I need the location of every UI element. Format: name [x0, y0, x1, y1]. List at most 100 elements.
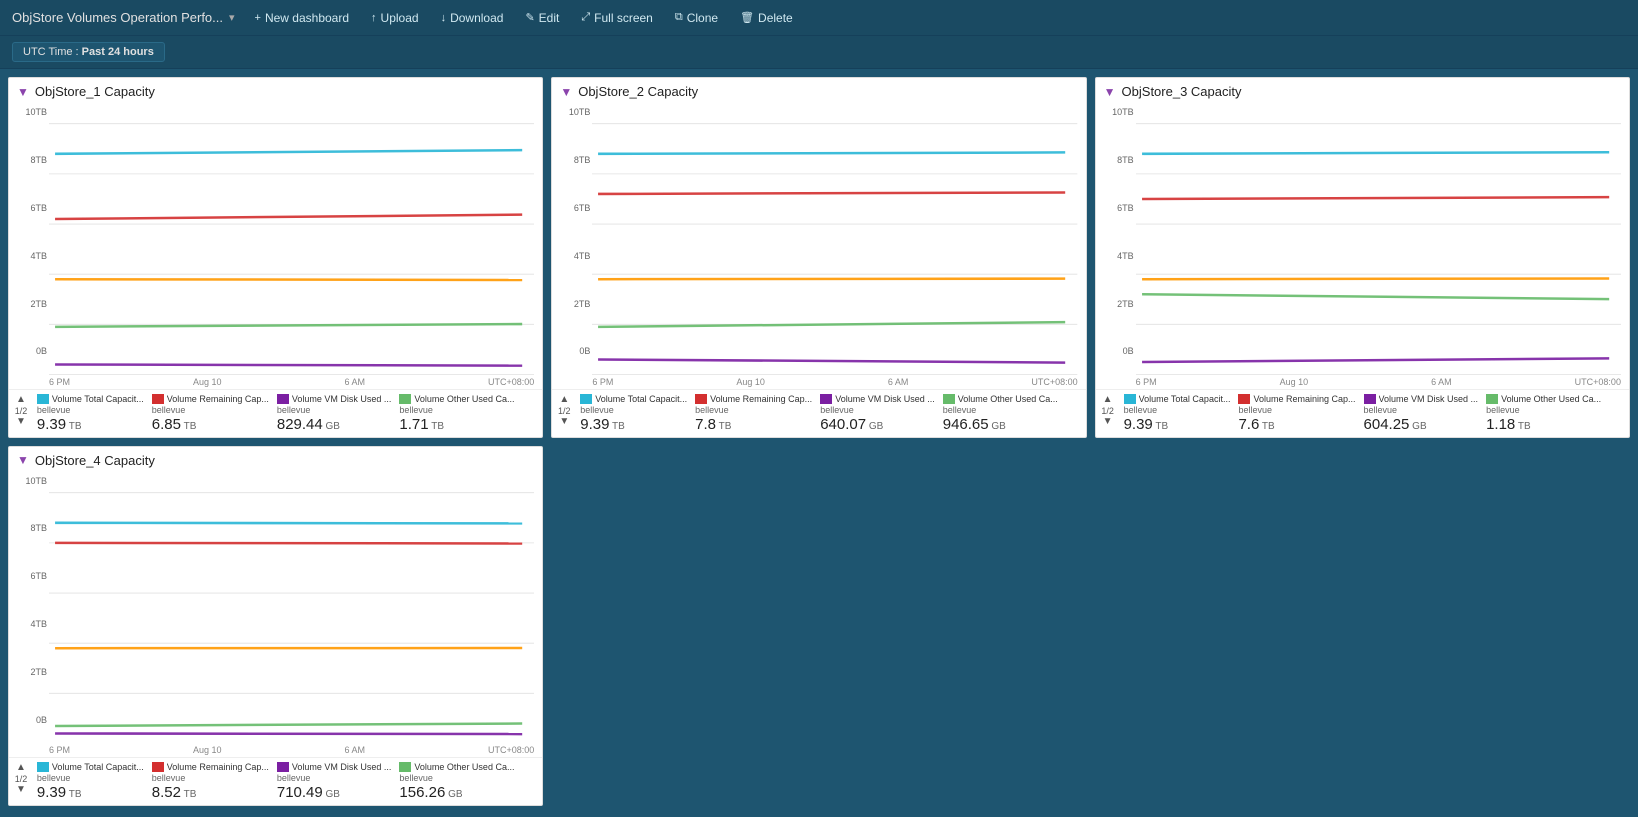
chart-svg-3 — [1136, 107, 1621, 375]
metric-label-4-4: Volume Other Used Ca... — [414, 762, 514, 772]
metric-legend-3-3: Volume VM Disk Used ... — [1364, 394, 1479, 404]
edit-btn[interactable]: ✎ Edit — [515, 7, 569, 29]
metric-label-1-3: Volume VM Disk Used ... — [292, 394, 392, 404]
y-axis-label: 10TB — [11, 476, 47, 486]
metric-color-1-3 — [277, 394, 289, 404]
metric-color-3-4 — [1486, 394, 1498, 404]
page-nav-down[interactable]: ▼ — [1100, 416, 1116, 428]
title-chevron[interactable]: ▾ — [229, 11, 235, 24]
time-filter-badge[interactable]: UTC Time : Past 24 hours — [12, 42, 165, 62]
metric-legend-1-3: Volume VM Disk Used ... — [277, 394, 392, 404]
y-axis-label: 4TB — [1098, 251, 1134, 261]
metrics-row-2: ▲ 1/2 ▼ Volume Total Capacit... bellevue… — [556, 394, 1081, 433]
filter-icon: ▼ — [17, 453, 29, 467]
metric-label-1-4: Volume Other Used Ca... — [414, 394, 514, 404]
page-nav-up[interactable]: ▲ — [556, 394, 572, 406]
metric-unit-4-4: GB — [445, 789, 462, 800]
metric-sublabel-1-4: bellevue — [399, 405, 514, 415]
metric-unit-1-2: TB — [181, 421, 196, 432]
panel-title-3: ObjStore_3 Capacity — [1122, 84, 1242, 99]
filter-icon: ▼ — [1104, 85, 1116, 99]
chart-area-1: 0B2TB4TB6TB8TB10TB — [9, 103, 542, 377]
metric-legend-2-1: Volume Total Capacit... — [580, 394, 687, 404]
metric-sublabel-2-2: bellevue — [695, 405, 812, 415]
chart-area-4: 0B2TB4TB6TB8TB10TB — [9, 472, 542, 746]
metric-value-3-1: 9.39 TB — [1124, 416, 1231, 433]
metric-sublabel-1-2: bellevue — [152, 405, 269, 415]
metric-item-1-4: Volume Other Used Ca... bellevue 1.71 TB — [399, 394, 514, 433]
metric-item-1-2: Volume Remaining Cap... bellevue 6.85 TB — [152, 394, 269, 433]
page-nav-down[interactable]: ▼ — [556, 416, 572, 428]
y-axis-label: 10TB — [11, 107, 47, 117]
metric-color-3-3 — [1364, 394, 1376, 404]
metric-items-4: Volume Total Capacit... bellevue 9.39 TB… — [37, 762, 538, 801]
clone-btn[interactable]: ⧉ Clone — [665, 7, 728, 29]
time-filter-value: Past 24 hours — [82, 46, 154, 58]
page-nav-down[interactable]: ▼ — [13, 416, 29, 428]
x-axis-label: 6 PM — [592, 377, 613, 387]
metric-value-2-3: 640.07 GB — [820, 416, 935, 433]
chart-svg-1 — [49, 107, 534, 375]
upload-icon: ↑ — [371, 12, 377, 24]
clone-icon: ⧉ — [675, 11, 683, 24]
metric-sublabel-3-4: bellevue — [1486, 405, 1601, 415]
metric-item-4-4: Volume Other Used Ca... bellevue 156.26 … — [399, 762, 514, 801]
metric-item-4-1: Volume Total Capacit... bellevue 9.39 TB — [37, 762, 144, 801]
metric-item-3-3: Volume VM Disk Used ... bellevue 604.25 … — [1364, 394, 1479, 433]
x-axis-1: 6 PMAug 106 AMUTC+08:00 — [9, 377, 542, 389]
page-nav-1: ▲ 1/2 ▼ — [13, 394, 29, 428]
x-axis-label: Aug 10 — [193, 377, 222, 387]
metric-value-1-1: 9.39 TB — [37, 416, 144, 433]
metric-sublabel-3-2: bellevue — [1238, 405, 1355, 415]
time-filter-prefix: UTC Time : — [23, 46, 82, 58]
page-nav-4: ▲ 1/2 ▼ — [13, 762, 29, 796]
x-axis-label: 6 AM — [345, 377, 366, 387]
fullscreen-btn[interactable]: ⤢ Full screen — [571, 7, 663, 29]
metrics-section-2: ▲ 1/2 ▼ Volume Total Capacit... bellevue… — [552, 389, 1085, 437]
chart-svg-4 — [49, 476, 534, 744]
metric-legend-2-2: Volume Remaining Cap... — [695, 394, 812, 404]
x-axis-4: 6 PMAug 106 AMUTC+08:00 — [9, 745, 542, 757]
metric-unit-3-3: GB — [1409, 421, 1426, 432]
new-dashboard-btn[interactable]: + New dashboard — [245, 7, 360, 29]
metric-item-2-1: Volume Total Capacit... bellevue 9.39 TB — [580, 394, 687, 433]
metric-value-1-4: 1.71 TB — [399, 416, 514, 433]
metric-color-1-1 — [37, 394, 49, 404]
page-nav-3: ▲ 1/2 ▼ — [1100, 394, 1116, 428]
page-nav-2: ▲ 1/2 ▼ — [556, 394, 572, 428]
metric-label-3-4: Volume Other Used Ca... — [1501, 394, 1601, 404]
metric-sublabel-1-3: bellevue — [277, 405, 392, 415]
page-nav-up[interactable]: ▲ — [13, 762, 29, 774]
chart-panel-2: ▼ ObjStore_2 Capacity 0B2TB4TB6TB8TB10TB… — [551, 77, 1086, 438]
metric-color-4-2 — [152, 762, 164, 772]
x-axis-label: 6 PM — [49, 745, 70, 755]
y-axis-label: 6TB — [11, 571, 47, 581]
delete-btn[interactable]: 🗑 Delete — [730, 7, 803, 29]
metric-label-2-3: Volume VM Disk Used ... — [835, 394, 935, 404]
chart-area-3: 0B2TB4TB6TB8TB10TB — [1096, 103, 1629, 377]
page-nav-up[interactable]: ▲ — [13, 394, 29, 406]
y-axis-label: 8TB — [554, 155, 590, 165]
y-axis-label: 2TB — [1098, 299, 1134, 309]
download-icon: ↓ — [441, 12, 447, 24]
chart-panel-1: ▼ ObjStore_1 Capacity 0B2TB4TB6TB8TB10TB… — [8, 77, 543, 438]
metric-items-2: Volume Total Capacit... bellevue 9.39 TB… — [580, 394, 1081, 433]
y-axis-label: 8TB — [1098, 155, 1134, 165]
panel-header-1: ▼ ObjStore_1 Capacity — [9, 78, 542, 103]
chart-svg-2 — [592, 107, 1077, 375]
metric-label-4-1: Volume Total Capacit... — [52, 762, 144, 772]
time-filter-bar: UTC Time : Past 24 hours — [0, 36, 1638, 69]
page-nav-up[interactable]: ▲ — [1100, 394, 1116, 406]
page-nav-down[interactable]: ▼ — [13, 784, 29, 796]
metric-legend-4-3: Volume VM Disk Used ... — [277, 762, 392, 772]
metric-legend-3-4: Volume Other Used Ca... — [1486, 394, 1601, 404]
y-axis-label: 8TB — [11, 523, 47, 533]
x-axis-label: 6 AM — [345, 745, 366, 755]
y-axis-label: 4TB — [554, 251, 590, 261]
metric-unit-1-4: TB — [429, 421, 444, 432]
download-btn[interactable]: ↓ Download — [431, 7, 514, 29]
x-axis-label: Aug 10 — [1280, 377, 1309, 387]
timezone-label: UTC+08:00 — [1575, 377, 1621, 387]
plus-icon: + — [255, 12, 261, 24]
upload-btn[interactable]: ↑ Upload — [361, 7, 429, 29]
